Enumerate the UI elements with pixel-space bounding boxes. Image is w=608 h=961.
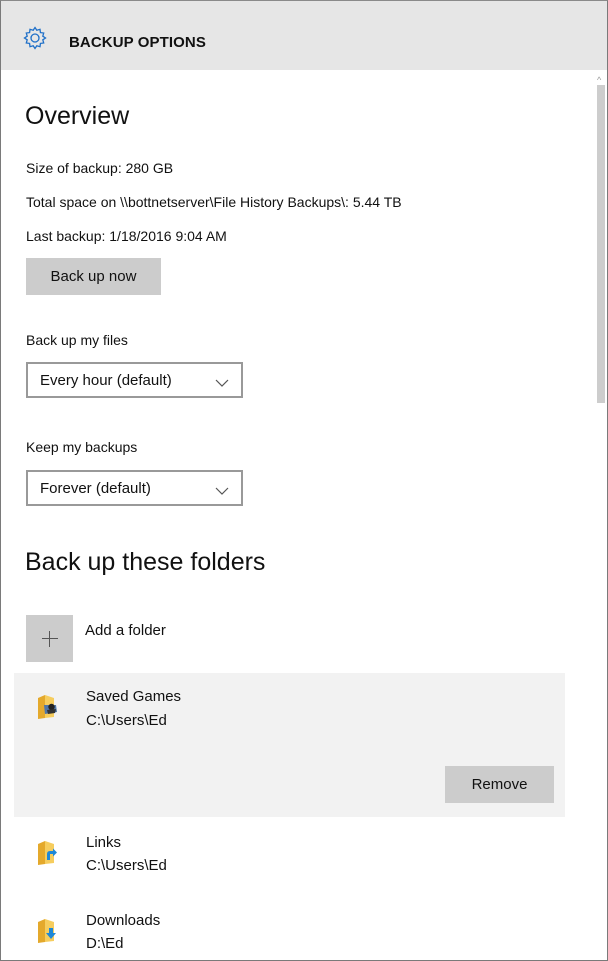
keep-backups-dropdown[interactable]: Forever (default) — [26, 470, 243, 506]
page-title: BACKUP OPTIONS — [69, 34, 206, 51]
back-up-folders-heading: Back up these folders — [25, 548, 266, 576]
keep-backups-value: Forever (default) — [40, 480, 151, 497]
backup-frequency-dropdown[interactable]: Every hour (default) — [26, 362, 243, 398]
downloads-folder-icon — [36, 918, 58, 944]
remove-folder-button[interactable]: Remove — [445, 766, 554, 803]
chevron-down-icon — [215, 483, 229, 495]
keep-my-backups-label: Keep my backups — [26, 439, 138, 455]
back-up-my-files-label: Back up my files — [26, 332, 128, 348]
settings-content: Overview Size of backup: 280 GB Total sp… — [1, 70, 595, 960]
backup-frequency-value: Every hour (default) — [40, 372, 172, 389]
gear-icon — [23, 26, 47, 50]
links-folder-icon — [36, 840, 58, 866]
overview-heading: Overview — [25, 102, 130, 130]
folder-item-downloads[interactable]: Downloads D:\Ed — [14, 903, 565, 960]
total-space-text: Total space on \\bottnetserver\File Hist… — [26, 194, 402, 210]
scrollbar-thumb[interactable] — [597, 85, 605, 403]
saved-games-folder-icon — [36, 694, 58, 720]
folder-name: Links — [86, 834, 122, 851]
add-folder-label[interactable]: Add a folder — [85, 622, 166, 639]
scroll-up-arrow-icon[interactable]: ^ — [597, 75, 601, 85]
folder-path: C:\Users\Ed — [86, 712, 167, 729]
title-bar: BACKUP OPTIONS — [1, 1, 607, 70]
last-backup-text: Last backup: 1/18/2016 9:04 AM — [26, 228, 227, 244]
add-folder-button[interactable] — [26, 615, 73, 662]
folder-item-links[interactable]: Links C:\Users\Ed — [14, 825, 565, 887]
folder-name: Saved Games — [86, 688, 182, 705]
folder-path: C:\Users\Ed — [86, 857, 167, 874]
chevron-down-icon — [215, 375, 229, 387]
size-of-backup-text: Size of backup: 280 GB — [26, 160, 174, 176]
backup-options-window: BACKUP OPTIONS Overview Size of backup: … — [0, 0, 608, 961]
folder-item-saved-games[interactable]: Saved Games C:\Users\Ed Remove — [14, 673, 565, 817]
vertical-scrollbar[interactable]: ^ — [594, 70, 607, 960]
back-up-now-button[interactable]: Back up now — [26, 258, 161, 295]
folder-name: Downloads — [86, 912, 161, 929]
folder-path: D:\Ed — [86, 935, 124, 952]
